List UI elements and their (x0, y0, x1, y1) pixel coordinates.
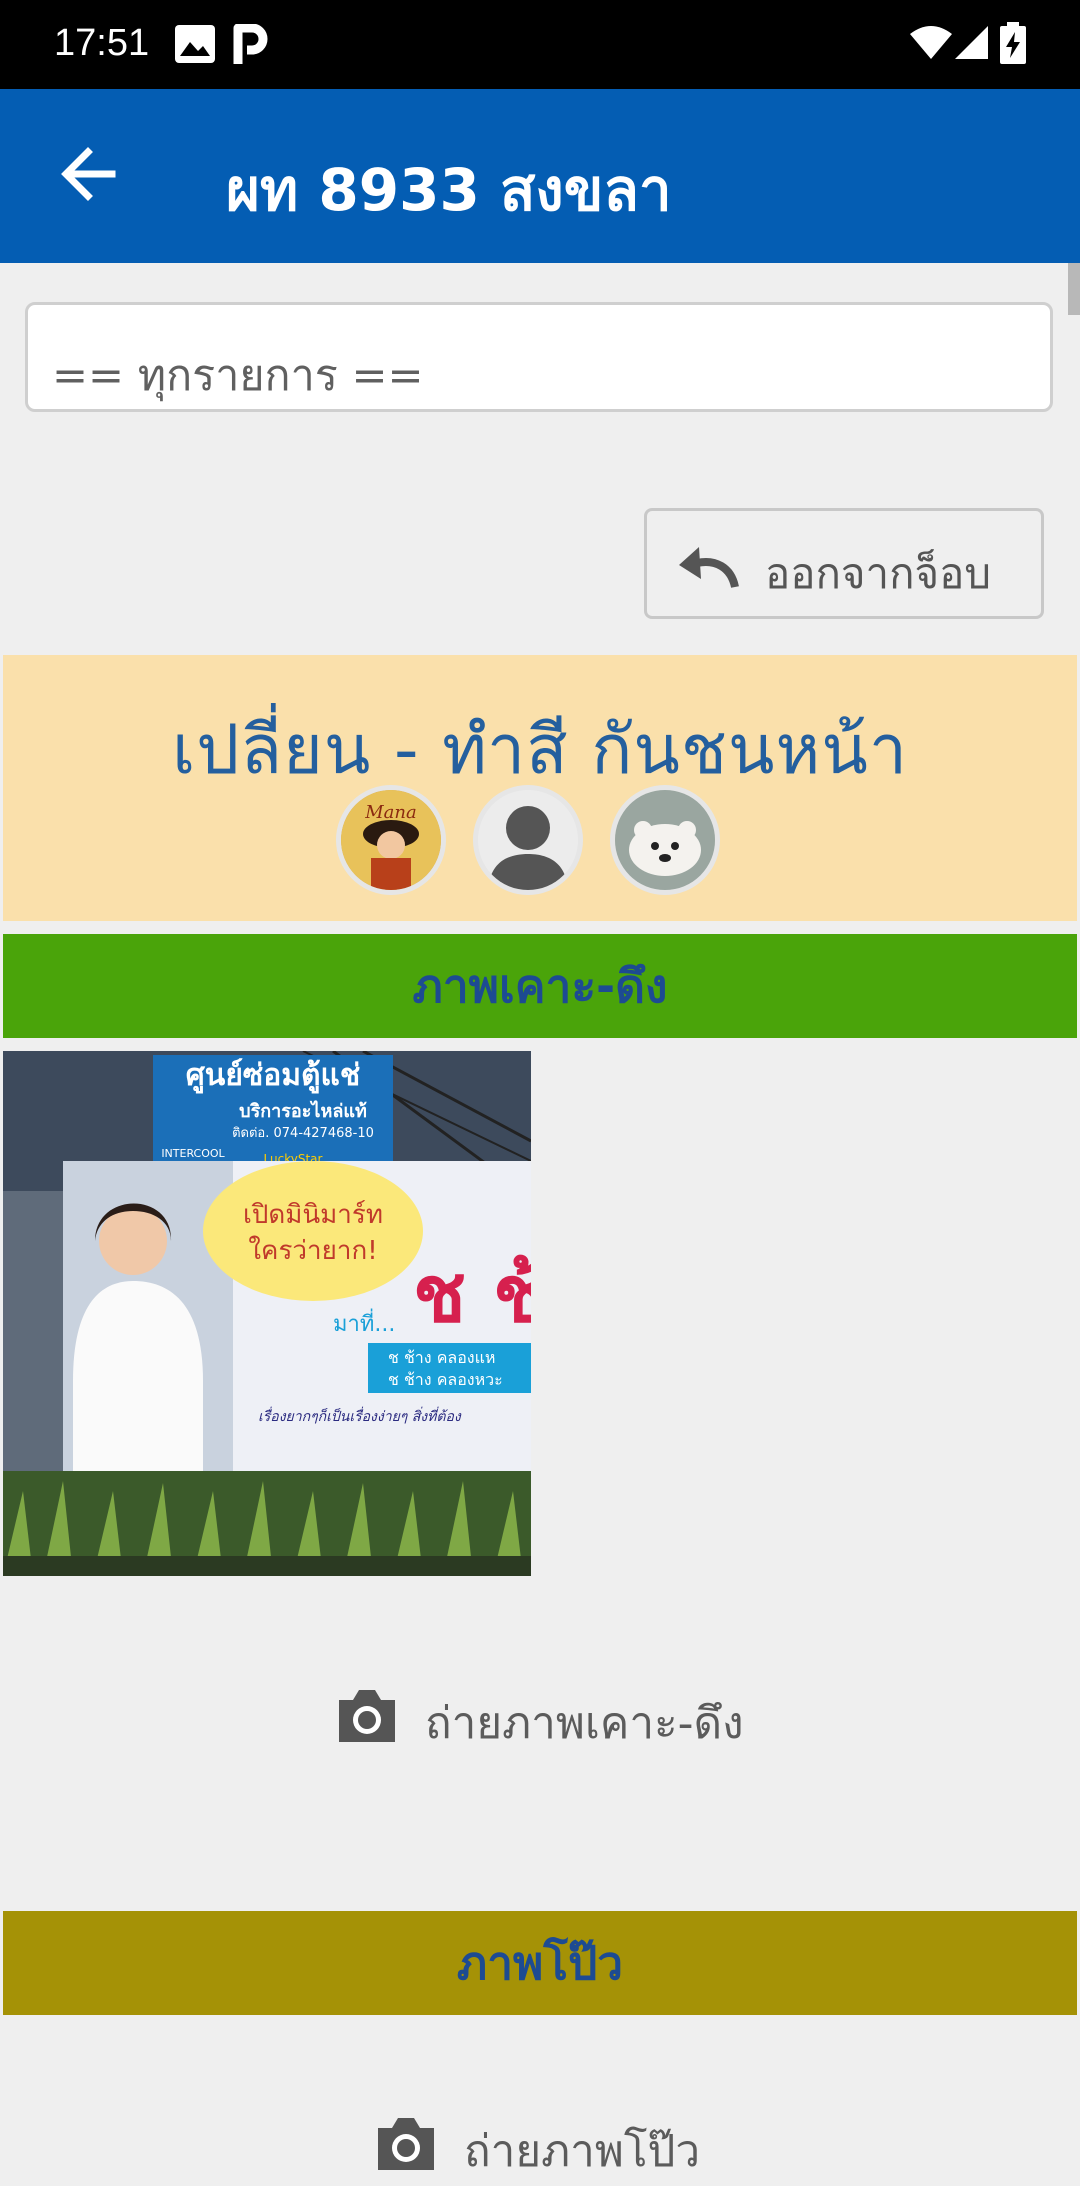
page-title: ผท 8933 สงขลา (226, 156, 672, 224)
scrollbar-thumb[interactable] (1068, 263, 1080, 315)
photo-brand-intercool: INTERCOOL (161, 1147, 225, 1160)
exit-job-label: ออกจากจ็อบ (765, 549, 991, 598)
photo-line-2: ช ช้าง คลองหวะ (388, 1370, 503, 1389)
photo-bubble-line-2: ใครว่ายาก! (248, 1236, 377, 1266)
svg-text:Mana: Mana (364, 802, 417, 823)
camera-icon (339, 1690, 395, 1742)
exit-job-button[interactable]: ออกจากจ็อบ (644, 508, 1044, 619)
photo-big-text: ช ช้ (413, 1250, 531, 1340)
avatar-cartoon[interactable]: Mana (336, 785, 446, 895)
section-header-knock: ภาพเคาะ-ดึง (3, 934, 1077, 1038)
filter-select[interactable]: == ทุกรายการ == (25, 302, 1053, 412)
parking-icon (232, 23, 268, 70)
take-photo-putty-label: ถ่ายภาพโป๊ว (464, 2126, 701, 2177)
camera-icon (378, 2118, 434, 2170)
photo-mathi: มาที่... (333, 1308, 395, 1337)
wifi-icon (910, 26, 952, 64)
job-panel: เปลี่ยน - ทำสี กันชนหน้า Mana (3, 655, 1077, 921)
status-bar: 17:51 (0, 0, 1080, 89)
photo-bubble-line-1: เปิดมินิมาร์ท (243, 1200, 383, 1230)
app-bar: ผท 8933 สงขลา (0, 89, 1080, 263)
avatar-polar-bear[interactable] (610, 785, 720, 895)
job-photo[interactable]: ศูนย์ซ่อมตู้แช่ บริการอะไหล่แท้ ติดต่อ. … (3, 1051, 531, 1576)
image-icon (174, 24, 216, 68)
photo-sign-service: บริการอะไหล่แท้ (239, 1100, 367, 1122)
photo-slogan: เรื่องยากๆก็เป็นเรื่องง่ายๆ สิ่งที่ต้อง (258, 1406, 462, 1425)
undo-icon (679, 547, 739, 589)
photo-line-1: ช ช้าง คลองแห (388, 1348, 495, 1367)
status-time: 17:51 (54, 22, 150, 64)
photo-sign-phone: ติดต่อ. 074-427468-10 (232, 1126, 374, 1141)
avatar-default-person[interactable] (473, 785, 583, 895)
arrow-left-icon (61, 147, 116, 201)
take-photo-knock-label: ถ่ายภาพเคาะ-ดึง (425, 1698, 744, 1749)
signal-icon (955, 26, 989, 64)
back-button[interactable] (50, 134, 130, 214)
photo-sign-top: ศูนย์ซ่อมตู้แช่ (186, 1058, 360, 1094)
section-header-putty: ภาพโป๊ว (3, 1911, 1077, 2015)
battery-charging-icon (1000, 22, 1026, 68)
